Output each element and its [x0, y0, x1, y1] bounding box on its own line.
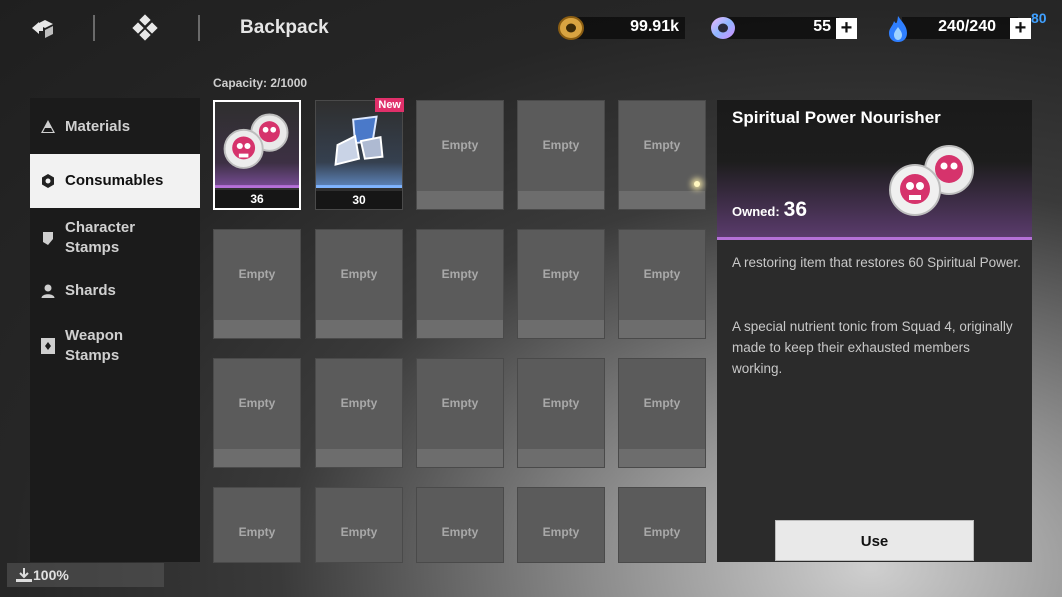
- empty-slot[interactable]: Empty: [517, 487, 605, 563]
- sidebar-item-label: Consumables: [65, 172, 164, 189]
- empty-label: Empty: [542, 267, 580, 281]
- owned-label: Owned:: [732, 204, 780, 219]
- add-gem-button[interactable]: +: [836, 18, 857, 39]
- empty-label: Empty: [340, 267, 378, 281]
- owned-value: 36: [783, 198, 808, 221]
- item-detail-panel: Spiritual Power Nourisher Owned: 36 A res…: [717, 100, 1032, 562]
- gold-coin-icon: [557, 14, 585, 42]
- empty-slot[interactable]: Empty: [618, 487, 706, 563]
- empty-label: Empty: [441, 267, 479, 281]
- blue-crystal-shards-icon: [316, 102, 402, 188]
- download-percent: 100%: [33, 567, 69, 583]
- add-energy-button[interactable]: +: [1010, 18, 1031, 39]
- empty-slot[interactable]: Empty: [315, 487, 403, 563]
- sidebar-item-label: Materials: [65, 118, 131, 135]
- empty-slot[interactable]: Empty: [517, 229, 605, 339]
- empty-slot[interactable]: Empty: [416, 358, 504, 468]
- owned-count: Owned: 36: [732, 198, 807, 222]
- empty-label: Empty: [238, 525, 276, 539]
- empty-label: Empty: [542, 396, 580, 410]
- empty-slot[interactable]: Empty: [517, 358, 605, 468]
- empty-label: Empty: [441, 138, 479, 152]
- item-count: 30: [316, 191, 402, 209]
- blue-flame-icon: [884, 14, 912, 42]
- coin-amount: 99.91k: [630, 18, 679, 35]
- empty-label: Empty: [340, 396, 378, 410]
- empty-slot[interactable]: Empty: [517, 100, 605, 210]
- empty-label: Empty: [643, 396, 681, 410]
- card-icon: [40, 338, 56, 354]
- pink-skull-tablets-icon: [889, 145, 974, 216]
- divider: [93, 15, 95, 41]
- item-name: Spiritual Power Nourisher: [732, 108, 941, 127]
- category-sidebar: Materials Consumables Character Stamps S…: [30, 98, 200, 562]
- empty-slot[interactable]: Empty: [213, 229, 301, 339]
- sidebar-item-materials[interactable]: Materials: [30, 110, 200, 144]
- gem-currency: 55 +: [709, 14, 859, 42]
- item-effect-description: A restoring item that restores 60 Spirit…: [732, 255, 1021, 270]
- sparkle-effect: [694, 181, 700, 187]
- empty-label: Empty: [441, 525, 479, 539]
- sidebar-item-label: Shards: [65, 282, 116, 299]
- item-lore-text: A special nutrient tonic from Squad 4, o…: [732, 319, 1013, 376]
- stamp-icon: [40, 230, 56, 246]
- empty-label: Empty: [542, 525, 580, 539]
- sidebar-item-label: Character Stamps: [65, 219, 136, 256]
- flask-icon: [40, 119, 56, 135]
- empty-slot[interactable]: Empty: [315, 358, 403, 468]
- energy-amount: 240/240: [938, 18, 996, 35]
- sidebar-item-label: Weapon Stamps: [65, 327, 124, 364]
- empty-slot[interactable]: Empty: [213, 487, 301, 563]
- empty-slot[interactable]: Empty: [618, 358, 706, 468]
- empty-slot[interactable]: Empty: [416, 100, 504, 210]
- sidebar-item-shards[interactable]: Shards: [30, 274, 200, 308]
- inventory-slot-crystal-shards[interactable]: 30 New: [315, 98, 404, 210]
- person-icon: [40, 283, 56, 299]
- new-badge: New: [375, 98, 404, 112]
- top-bar: Backpack 99.91k 55 + 240/240 + 80: [0, 0, 1062, 58]
- empty-slot[interactable]: Empty: [416, 487, 504, 563]
- use-button[interactable]: Use: [775, 520, 974, 561]
- empty-label: Empty: [238, 396, 276, 410]
- gem-ring-icon: [709, 14, 737, 42]
- pink-skull-tablets-icon: [215, 104, 299, 188]
- empty-label: Empty: [238, 267, 276, 281]
- empty-slot[interactable]: Empty: [618, 229, 706, 339]
- empty-slot[interactable]: Empty: [315, 229, 403, 339]
- item-detail-header: Spiritual Power Nourisher Owned: 36: [717, 100, 1032, 240]
- empty-slot[interactable]: Empty: [618, 100, 706, 210]
- download-progress: 100%: [7, 563, 164, 587]
- download-icon: [16, 568, 32, 582]
- empty-label: Empty: [441, 396, 479, 410]
- capacity-label: Capacity: 2/1000: [213, 76, 308, 90]
- gem-amount: 55: [813, 18, 831, 35]
- divider: [198, 15, 200, 41]
- energy-currency: 240/240 +: [884, 14, 1034, 42]
- sidebar-item-character-stamps[interactable]: Character Stamps: [30, 216, 200, 260]
- empty-label: Empty: [542, 138, 580, 152]
- empty-slot[interactable]: Empty: [213, 358, 301, 468]
- inventory-slot-spiritual-power-nourisher[interactable]: 36: [213, 100, 301, 210]
- sidebar-item-consumables[interactable]: Consumables: [30, 154, 200, 208]
- hexagon-icon: [40, 173, 56, 189]
- empty-label: Empty: [340, 525, 378, 539]
- sidebar-item-weapon-stamps[interactable]: Weapon Stamps: [30, 324, 200, 368]
- coin-currency: 99.91k: [557, 14, 687, 42]
- empty-label: Empty: [643, 525, 681, 539]
- empty-label: Empty: [643, 138, 681, 152]
- page-title: Backpack: [240, 17, 329, 38]
- empty-slot[interactable]: Empty: [416, 229, 504, 339]
- energy-bonus-count: 80: [1031, 10, 1047, 26]
- empty-label: Empty: [643, 267, 681, 281]
- menu-diamond-icon[interactable]: [131, 13, 161, 43]
- item-count: 36: [215, 190, 299, 208]
- back-cube-icon[interactable]: [28, 13, 58, 43]
